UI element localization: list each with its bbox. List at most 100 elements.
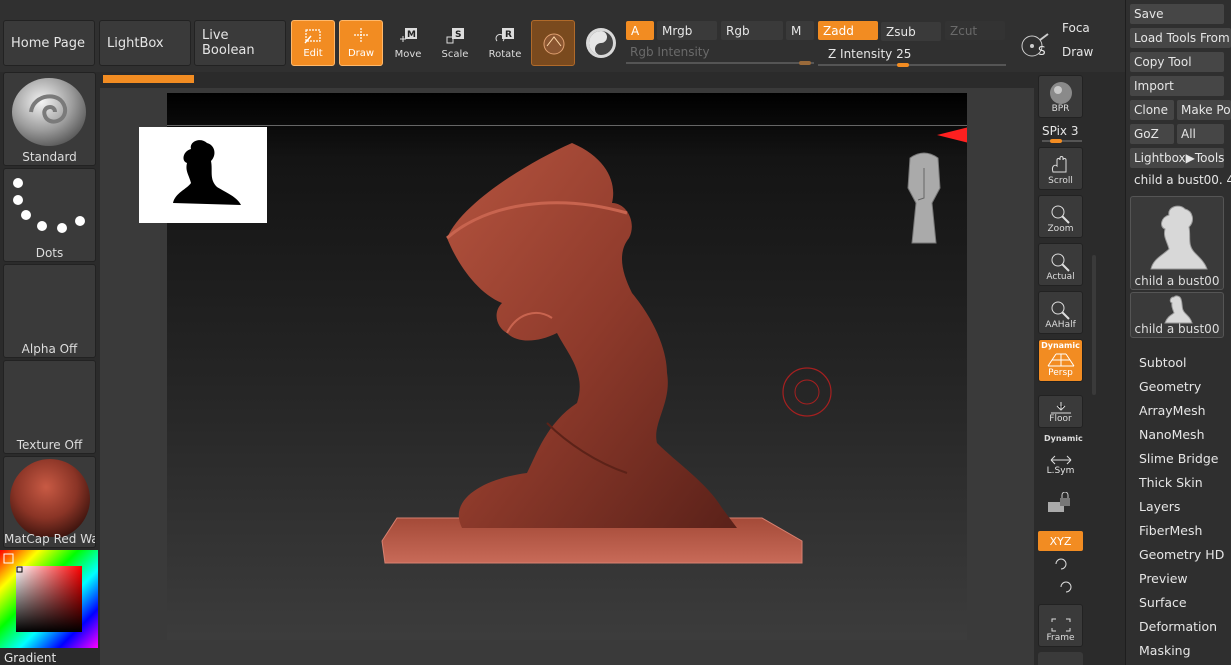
mrgb-toggle[interactable]: Mrgb — [657, 21, 717, 40]
actual-size-icon — [1051, 253, 1070, 272]
menu-geometry[interactable]: Geometry — [1139, 379, 1201, 394]
zcut-toggle[interactable]: Zcut — [945, 21, 1005, 40]
current-tool-slider[interactable]: child a bust00. 48 — [1134, 173, 1231, 187]
lightbox-tools-button[interactable]: Lightbox▶Tools — [1130, 148, 1224, 168]
stroke-selector[interactable]: Dots — [3, 168, 96, 262]
menu-deformation[interactable]: Deformation — [1139, 619, 1217, 634]
brush-cursor — [782, 367, 832, 417]
actual-button[interactable]: Actual — [1038, 243, 1083, 286]
zsub-toggle[interactable]: Zsub — [881, 22, 941, 41]
zoom-icon — [1051, 205, 1070, 224]
menu-geometry-hd[interactable]: Geometry HD — [1139, 547, 1224, 562]
frame-icon — [1051, 618, 1070, 632]
horizon-line — [167, 125, 967, 126]
focal-shift-button[interactable]: S — [1010, 20, 1060, 66]
home-page-label: Home Page — [11, 35, 85, 51]
edit-button[interactable]: Edit — [291, 20, 335, 66]
spix-slider[interactable] — [1042, 139, 1082, 143]
alpha-selector[interactable]: Alpha Off — [3, 264, 96, 358]
menu-arraymesh[interactable]: ArrayMesh — [1139, 403, 1206, 418]
draw-button[interactable]: Draw — [339, 20, 383, 66]
document-canvas[interactable] — [167, 93, 967, 640]
copy-tool-button[interactable]: Copy Tool — [1130, 52, 1224, 72]
menu-nanomesh[interactable]: NanoMesh — [1139, 427, 1205, 442]
a-mode-toggle[interactable]: A — [626, 21, 654, 40]
live-boolean-label: Live Boolean — [202, 28, 255, 58]
spix-control[interactable]: SPix 3 — [1042, 124, 1079, 138]
menu-surface[interactable]: Surface — [1139, 595, 1187, 610]
sculpted-model — [381, 143, 803, 564]
load-tools-button[interactable]: Load Tools From — [1130, 28, 1231, 48]
goz-button[interactable]: GoZ — [1130, 124, 1174, 144]
goz-label: GoZ — [1134, 127, 1159, 141]
lightbox-button[interactable]: LightBox — [99, 20, 191, 66]
spix-value: 3 — [1070, 124, 1079, 138]
transp-lock-button[interactable] — [1044, 491, 1074, 519]
lock-camera-icon — [1048, 491, 1070, 512]
floor-button[interactable]: Floor — [1038, 395, 1083, 428]
yin-yang-icon — [586, 28, 616, 58]
menu-thick-skin[interactable]: Thick Skin — [1139, 475, 1203, 490]
aahalf-icon — [1051, 301, 1070, 320]
frame-label: Frame — [1046, 633, 1075, 643]
z-intensity-slider[interactable] — [818, 64, 1006, 66]
menu-masking[interactable]: Masking — [1139, 643, 1191, 658]
tool-thumbnail-secondary[interactable]: child a bust00 — [1130, 292, 1224, 338]
rgb-toggle[interactable]: Rgb — [721, 21, 783, 40]
svg-text:M: M — [407, 30, 416, 40]
z-intensity-knob[interactable] — [896, 63, 909, 67]
menu-layers[interactable]: Layers — [1139, 499, 1180, 514]
texture-selector[interactable]: Texture Off — [3, 360, 96, 454]
menu-preview[interactable]: Preview — [1139, 571, 1188, 586]
lightbox-tools-label: Lightbox▶Tools — [1134, 151, 1224, 165]
material-swatch-button[interactable] — [531, 20, 575, 66]
menu-subtool[interactable]: Subtool — [1139, 355, 1186, 370]
perspective-button[interactable]: Dynamic Persp — [1038, 339, 1083, 382]
spotlight-button[interactable] — [579, 20, 623, 66]
move-button[interactable]: M Move — [386, 20, 430, 66]
tool-thumbnail-main[interactable]: child a bust00 — [1130, 196, 1224, 290]
menu-slime-bridge[interactable]: Slime Bridge — [1139, 451, 1218, 466]
svg-text:R: R — [505, 30, 512, 40]
rotate-button[interactable]: R Rotate — [483, 20, 527, 66]
clone-label: Clone — [1134, 103, 1169, 117]
color-wheel-icon — [0, 550, 98, 648]
scroll-button[interactable]: Scroll — [1038, 147, 1083, 190]
clone-button[interactable]: Clone — [1130, 100, 1174, 120]
xyz-rotate-toggle[interactable]: XYZ — [1038, 531, 1083, 551]
local-symmetry-button[interactable]: L.Sym — [1038, 444, 1083, 476]
brush-label: Standard — [22, 150, 77, 164]
color-picker[interactable] — [0, 550, 98, 648]
bpr-button[interactable]: BPR — [1038, 75, 1083, 118]
svg-text:S: S — [455, 30, 461, 40]
brush-selector[interactable]: Standard — [3, 72, 96, 166]
menu-fibermesh[interactable]: FiberMesh — [1139, 523, 1202, 538]
silhouette-icon — [173, 140, 241, 205]
scale-button[interactable]: S Scale — [433, 20, 477, 66]
live-boolean-button[interactable]: Live Boolean — [194, 20, 286, 66]
save-tool-button[interactable]: Save — [1130, 4, 1224, 24]
orientation-head-icon[interactable] — [902, 148, 947, 248]
home-page-button[interactable]: Home Page — [3, 20, 95, 66]
m-toggle[interactable]: M — [786, 21, 814, 40]
zoom-button[interactable]: Zoom — [1038, 195, 1083, 238]
move-viewport-button[interactable] — [1038, 652, 1083, 665]
make-polymesh-button[interactable]: Make Po — [1177, 100, 1231, 120]
zadd-toggle[interactable]: Zadd — [818, 21, 878, 40]
y-rotate-icon[interactable] — [1054, 557, 1068, 571]
frame-button[interactable]: Frame — [1038, 604, 1083, 647]
draw-icon — [354, 28, 368, 42]
rgb-intensity-knob[interactable] — [798, 61, 811, 65]
zadd-label: Zadd — [823, 23, 854, 38]
perspective-grid-icon — [1047, 353, 1074, 367]
z-rotate-icon[interactable] — [1059, 580, 1073, 594]
aahalf-button[interactable]: AAHalf — [1038, 291, 1083, 334]
panel-scrollbar[interactable] — [1092, 255, 1096, 395]
goz-all-button[interactable]: All — [1177, 124, 1224, 144]
material-selector[interactable]: MatCap Red Wax — [3, 456, 96, 548]
import-button[interactable]: Import — [1130, 76, 1224, 96]
reference-image[interactable] — [139, 127, 267, 223]
spix-knob[interactable] — [1050, 139, 1062, 143]
rgb-intensity-slider[interactable] — [626, 62, 814, 64]
symmetry-arrows-icon — [1050, 455, 1071, 465]
